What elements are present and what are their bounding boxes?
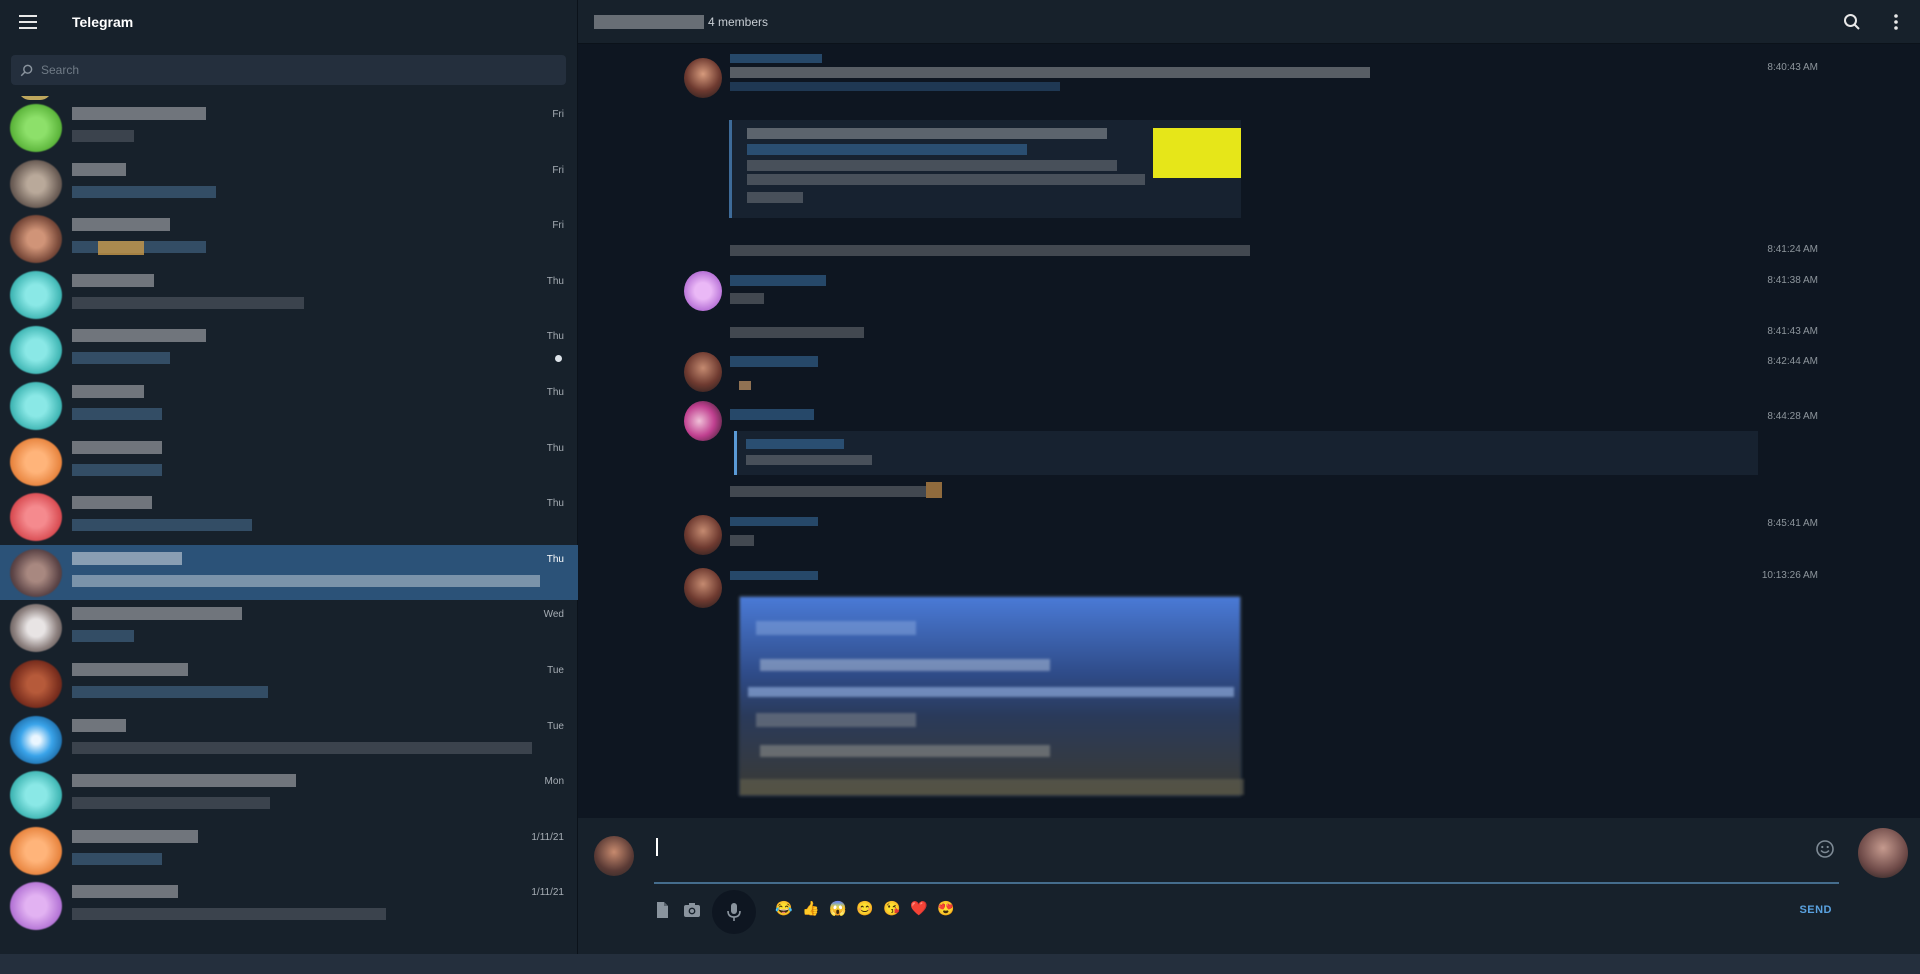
message-time: 8:44:28 AM bbox=[1767, 411, 1818, 422]
preview-thumbnail bbox=[1153, 128, 1241, 178]
chat-time: 1/11/21 bbox=[531, 831, 564, 843]
chat-row[interactable]: Thu bbox=[0, 434, 578, 490]
avatar bbox=[10, 548, 62, 597]
avatar bbox=[684, 515, 722, 555]
chat-time: Thu bbox=[546, 498, 564, 510]
chat-time: Fri bbox=[552, 220, 564, 232]
emoji-smile-button[interactable]: 😊 bbox=[855, 900, 875, 917]
message-history: 8:40:43 AM 8:41:24 AM 8:41:38 AM 8:41:43… bbox=[578, 45, 1920, 817]
chat-row[interactable]: Fri bbox=[0, 211, 578, 267]
chat-time: Fri bbox=[552, 164, 564, 176]
avatar bbox=[10, 604, 62, 653]
avatar bbox=[10, 659, 62, 708]
file-icon[interactable] bbox=[652, 900, 672, 920]
avatar bbox=[684, 58, 722, 98]
emoji-thumbs-up-button[interactable]: 👍 bbox=[801, 900, 821, 917]
chat-row[interactable]: Thu bbox=[0, 489, 578, 545]
chat-row[interactable]: Thu bbox=[0, 378, 578, 434]
input-underline bbox=[654, 882, 1839, 884]
chat-row[interactable]: 1/11/21 bbox=[0, 823, 578, 879]
emoji-scream-button[interactable]: 😱 bbox=[828, 900, 848, 917]
chat-time: Thu bbox=[546, 331, 564, 343]
chat-title[interactable] bbox=[594, 14, 704, 29]
chat-time: Mon bbox=[544, 776, 564, 788]
message-time: 8:42:44 AM bbox=[1767, 356, 1818, 367]
avatar bbox=[10, 215, 62, 264]
sidebar: Telegram Fri Fri Fri Thu bbox=[0, 0, 578, 954]
reply-quote[interactable] bbox=[734, 431, 1758, 475]
more-vertical-icon[interactable] bbox=[1886, 12, 1906, 32]
message-time: 8:41:38 AM bbox=[1767, 275, 1818, 286]
message-time: 10:13:26 AM bbox=[1761, 570, 1818, 581]
chat-row[interactable]: Tue bbox=[0, 712, 578, 768]
chat-time: Thu bbox=[546, 442, 564, 454]
chat-row[interactable]: Tue bbox=[0, 656, 578, 712]
avatar bbox=[10, 270, 62, 319]
chat-row[interactable]: Thu bbox=[0, 322, 578, 378]
composer: 😂 👍 😱 😊 😘 ❤️ 😍 SEND bbox=[578, 818, 1920, 954]
avatar bbox=[10, 159, 62, 208]
message-input[interactable] bbox=[654, 836, 1839, 860]
chat-time: Thu bbox=[546, 275, 564, 287]
chat-time: Thu bbox=[546, 386, 564, 398]
avatar bbox=[594, 836, 634, 876]
chat-header: 4 members bbox=[578, 0, 1920, 44]
message-time: 8:40:43 AM bbox=[1767, 62, 1818, 73]
chat-time: Thu bbox=[546, 553, 564, 565]
link-preview[interactable] bbox=[729, 120, 1241, 218]
menu-icon[interactable] bbox=[16, 10, 40, 34]
status-bar bbox=[0, 954, 1920, 974]
search-input[interactable] bbox=[41, 63, 521, 77]
chat-time: Fri bbox=[552, 109, 564, 120]
avatar bbox=[10, 493, 62, 542]
chat-row[interactable]: Thu bbox=[0, 267, 578, 323]
avatar bbox=[684, 568, 722, 608]
avatar bbox=[10, 826, 62, 875]
app-title: Telegram bbox=[72, 14, 134, 30]
chat-row[interactable]: Wed bbox=[0, 600, 578, 656]
avatar bbox=[684, 401, 722, 441]
chat-time: 1/11/21 bbox=[531, 887, 564, 899]
search-box[interactable] bbox=[11, 55, 566, 85]
chat-time: Tue bbox=[547, 664, 564, 676]
chat-list: Fri Fri Fri Thu Thu Thu Thu Thu Thu Wed … bbox=[0, 96, 578, 946]
chat-row[interactable]: Fri bbox=[0, 100, 578, 156]
avatar bbox=[10, 771, 62, 820]
sidebar-header: Telegram bbox=[0, 0, 577, 44]
avatar bbox=[1858, 828, 1908, 878]
send-button[interactable]: SEND bbox=[1799, 904, 1832, 916]
search-icon[interactable] bbox=[1842, 12, 1862, 32]
microphone-icon bbox=[727, 903, 741, 921]
chat-row[interactable]: Fri bbox=[0, 156, 578, 212]
members-count[interactable]: 4 members bbox=[708, 15, 768, 29]
text-cursor bbox=[656, 838, 658, 856]
smile-icon[interactable] bbox=[1815, 839, 1835, 859]
chat-row[interactable]: Mon bbox=[0, 767, 578, 823]
avatar bbox=[10, 326, 62, 375]
message-time: 8:41:43 AM bbox=[1767, 326, 1818, 337]
image-attachment[interactable] bbox=[738, 595, 1244, 797]
search-icon bbox=[20, 64, 33, 76]
emoji-laugh-button[interactable]: 😂 bbox=[774, 900, 794, 917]
avatar bbox=[10, 882, 62, 931]
camera-icon[interactable] bbox=[682, 900, 702, 920]
avatar bbox=[10, 715, 62, 764]
avatar bbox=[10, 381, 62, 430]
message-time: 8:45:41 AM bbox=[1767, 518, 1818, 529]
avatar bbox=[684, 352, 722, 392]
emoji-heart-eyes-button[interactable]: 😍 bbox=[936, 900, 956, 917]
microphone-button[interactable] bbox=[712, 890, 756, 934]
chat-row-active[interactable]: Thu bbox=[0, 544, 578, 601]
emoji-heart-button[interactable]: ❤️ bbox=[909, 900, 929, 917]
chat-time: Wed bbox=[543, 609, 564, 621]
avatar bbox=[684, 271, 722, 311]
emoji-kiss-button[interactable]: 😘 bbox=[882, 900, 902, 917]
unread-indicator bbox=[555, 355, 562, 363]
chat-time: Tue bbox=[547, 720, 564, 732]
message-time: 8:41:24 AM bbox=[1767, 244, 1818, 255]
chat-row[interactable]: 1/11/21 bbox=[0, 878, 578, 934]
avatar bbox=[10, 104, 62, 152]
avatar bbox=[10, 437, 62, 486]
